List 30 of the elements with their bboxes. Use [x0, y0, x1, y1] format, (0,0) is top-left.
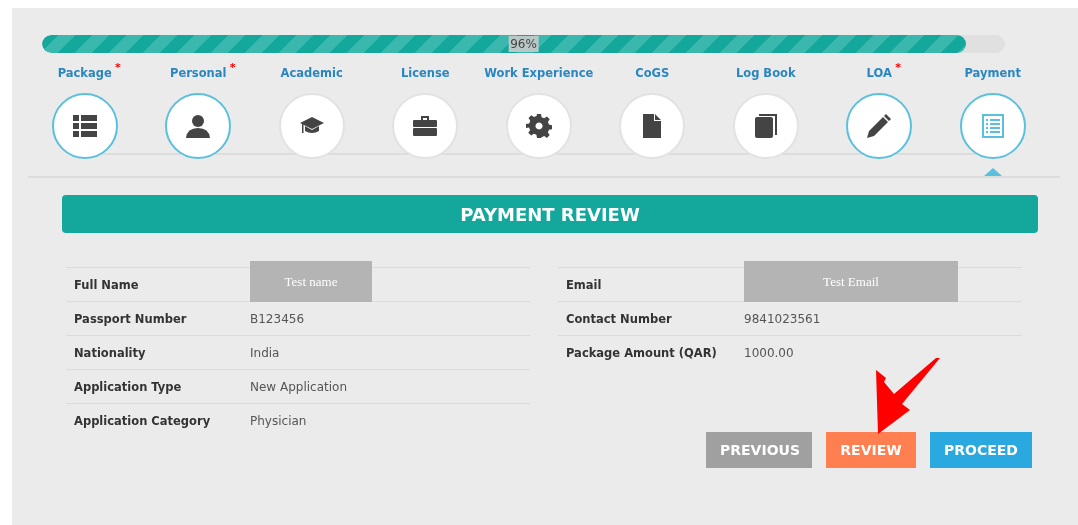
field-value: New Application: [250, 379, 348, 394]
field-label: Email: [565, 277, 603, 292]
review-button[interactable]: REVIEW: [826, 432, 916, 468]
field-label: Application Category: [73, 413, 212, 428]
step-label[interactable]: Log Book: [735, 66, 796, 80]
field-label: Passport Number: [73, 311, 188, 326]
input-field[interactable]: Test Email: [744, 261, 958, 302]
field-label: Package Amount (QAR): [565, 345, 718, 360]
required-marker: *: [229, 61, 236, 74]
field-value: B123456: [250, 311, 305, 326]
step-label[interactable]: Payment: [964, 66, 1021, 80]
field-label: Application Type: [73, 379, 183, 394]
required-marker: *: [895, 61, 901, 74]
section-header: PAYMENT REVIEW: [62, 195, 1038, 233]
step-label[interactable]: Work Experience: [484, 66, 594, 80]
input-field[interactable]: Test name: [250, 261, 372, 302]
field-label: Full Name: [73, 277, 140, 292]
field-label: Nationality: [73, 345, 147, 360]
field-value: 9841023561: [744, 311, 821, 326]
progress-reading: 96%: [508, 36, 539, 52]
step-label[interactable]: Academic: [280, 66, 343, 80]
field-value: India: [250, 345, 280, 360]
proceed-button[interactable]: PROCEED: [930, 432, 1032, 468]
field-value: Physician: [250, 413, 307, 428]
required-marker: *: [115, 61, 121, 74]
field-label: Contact Number: [565, 311, 673, 326]
field-value: 1000.00: [744, 345, 794, 360]
step-label[interactable]: CoGS: [635, 66, 670, 80]
step-label[interactable]: License: [400, 66, 450, 80]
previous-button[interactable]: PREVIOUS: [706, 432, 812, 468]
